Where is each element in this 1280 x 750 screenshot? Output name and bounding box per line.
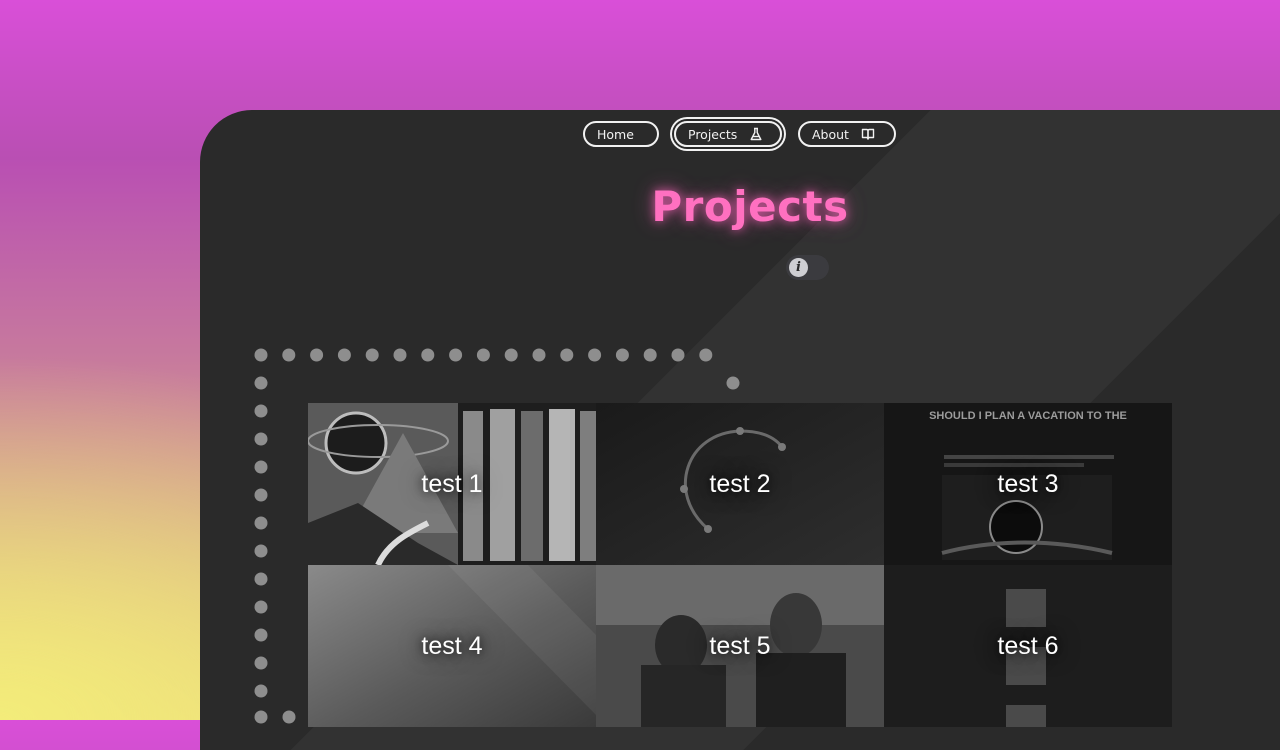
path-dot [393, 348, 407, 362]
project-label-4: test 4 [421, 631, 483, 660]
path-dot [643, 348, 657, 362]
path-dot [560, 348, 574, 362]
main-panel: Home Projects About Projects i test 1 te… [200, 110, 1280, 750]
path-dot [532, 348, 546, 362]
path-dot [588, 348, 602, 362]
project-label-3: test 3 [997, 469, 1059, 498]
path-dot [310, 348, 324, 362]
path-dot [254, 628, 268, 642]
project-card-4[interactable]: test 4 [308, 565, 596, 727]
path-dot [254, 684, 268, 698]
path-dot [615, 348, 629, 362]
project-card-6[interactable]: test 6 [884, 565, 1172, 727]
path-dot [282, 710, 296, 724]
path-dot [254, 656, 268, 670]
path-dot [504, 348, 518, 362]
project-card-5[interactable]: test 5 [596, 565, 884, 727]
path-dot [254, 376, 268, 390]
path-dot [476, 348, 490, 362]
project-label-6: test 6 [997, 631, 1059, 660]
path-dot [254, 710, 268, 724]
path-dot [671, 348, 685, 362]
path-dot [254, 404, 268, 418]
path-dot [421, 348, 435, 362]
project-card-3[interactable]: SHOULD I PLAN A VACATION TO THE test 3 [884, 403, 1172, 565]
path-dot [699, 348, 713, 362]
path-dot [254, 516, 268, 530]
project-label-1: test 1 [421, 469, 483, 498]
project-grid: test 1 test 2 SHOULD I PLAN A VACATION T… [308, 403, 1172, 733]
path-dot [254, 460, 268, 474]
path-dot [449, 348, 463, 362]
project-card-1[interactable]: test 1 [308, 403, 596, 565]
path-dot [254, 572, 268, 586]
path-dot [254, 432, 268, 446]
project-label-5: test 5 [709, 631, 771, 660]
thumbnail-text-3: SHOULD I PLAN A VACATION TO THE [929, 410, 1127, 422]
path-dot [726, 376, 740, 390]
path-dot [365, 348, 379, 362]
project-card-2[interactable]: test 2 [596, 403, 884, 565]
project-label-2: test 2 [709, 469, 771, 498]
path-dot [254, 600, 268, 614]
path-dot [254, 544, 268, 558]
path-dot [337, 348, 351, 362]
path-dot [254, 348, 268, 362]
path-dot [282, 348, 296, 362]
path-dot [254, 488, 268, 502]
